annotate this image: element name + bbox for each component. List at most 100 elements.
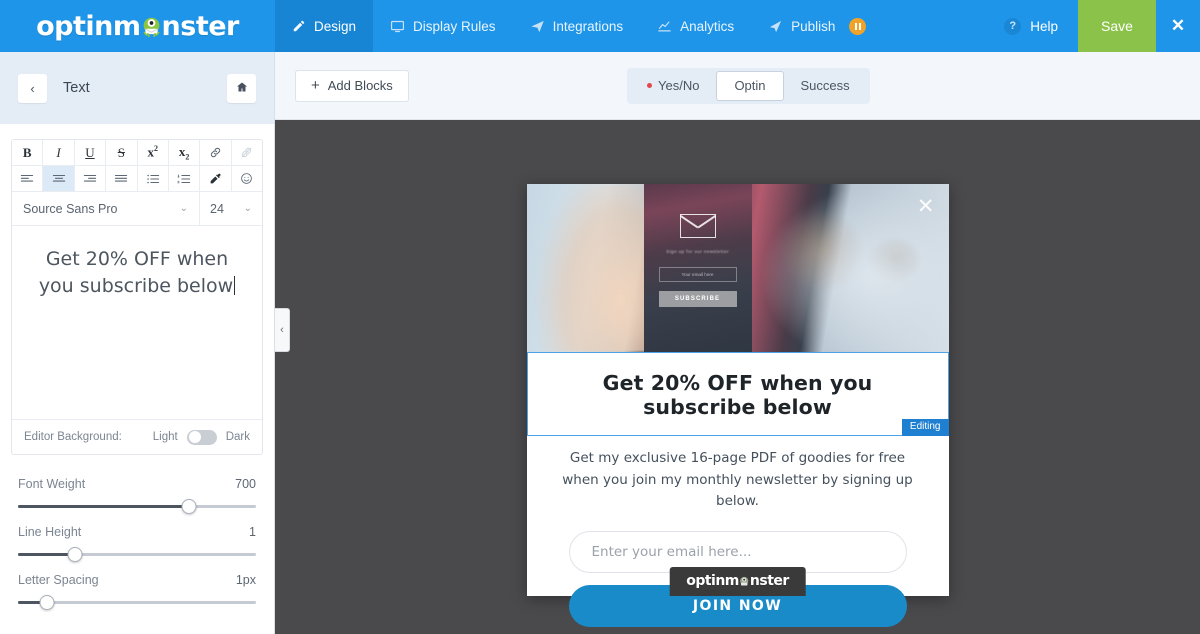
align-justify-button[interactable] — [106, 166, 138, 191]
bullet-list-button[interactable] — [137, 166, 169, 191]
optinmonster-attribution-badge[interactable]: optinm nster — [669, 567, 806, 596]
font-weight-control: Font Weight 700 — [0, 455, 274, 514]
canvas-column: + Add Blocks Yes/No Optin Success ‹ Sign… — [275, 52, 1200, 634]
nav-label-design: Design — [314, 18, 357, 34]
popup-close-icon[interactable]: ✕ — [917, 196, 935, 217]
align-center-button[interactable] — [43, 166, 75, 191]
red-dot-icon — [647, 83, 652, 88]
tab-optin[interactable]: Optin — [716, 70, 784, 101]
editor-background-light-label: Light — [152, 431, 178, 443]
monster-icon — [141, 16, 162, 37]
monitor-icon — [390, 19, 405, 34]
nav-label-publish: Publish — [791, 18, 836, 34]
monster-icon — [739, 576, 750, 587]
align-right-button[interactable] — [74, 166, 107, 191]
nav-item-design[interactable]: Design — [275, 0, 374, 52]
strikethrough-button[interactable]: S — [106, 140, 138, 165]
chevron-left-icon: ‹ — [30, 80, 35, 96]
help-label: Help — [1030, 18, 1058, 34]
sidebar-collapse-handle[interactable]: ‹ — [275, 308, 290, 352]
font-size-value: 24 — [210, 201, 224, 216]
home-icon — [236, 81, 248, 96]
color-picker-button[interactable] — [200, 166, 232, 191]
footer-logo-text-left: optinm — [686, 573, 739, 589]
italic-button[interactable]: I — [43, 140, 75, 165]
add-blocks-button[interactable]: + Add Blocks — [295, 69, 409, 102]
link-button[interactable] — [200, 140, 232, 165]
question-mark-icon: ? — [1004, 17, 1022, 35]
text-editor-content: Get 20% OFF when you subscribe below — [38, 248, 234, 297]
nav-label-analytics: Analytics — [680, 18, 735, 34]
font-family-value: Source Sans Pro — [23, 201, 118, 216]
underline-button[interactable]: U — [74, 140, 107, 165]
tab-success[interactable]: Success — [784, 71, 867, 101]
editor-toolbar-row-1: B I U S x2 x2 — [12, 140, 262, 166]
font-controls-row: Source Sans Pro ⌄ 24 ⌄ — [12, 192, 262, 226]
sidebar-back-button[interactable]: ‹ — [18, 73, 47, 103]
font-family-select[interactable]: Source Sans Pro ⌄ — [12, 192, 200, 225]
editing-badge: Editing — [901, 419, 949, 436]
tab-label-yes-no: Yes/No — [658, 78, 700, 93]
editor-toolbar-row-2 — [12, 166, 262, 192]
subscript-button[interactable]: x2 — [168, 140, 201, 165]
editor-background-label: Editor Background: — [24, 431, 122, 443]
sidebar-home-button[interactable] — [227, 73, 256, 103]
letter-spacing-label: Letter Spacing — [18, 573, 99, 587]
envelope-icon — [679, 214, 716, 238]
nav-item-publish[interactable]: Publish — [751, 0, 883, 52]
nav-item-integrations[interactable]: Integrations — [513, 0, 641, 52]
letter-spacing-slider[interactable] — [18, 595, 256, 610]
letter-spacing-value: 1px — [235, 573, 256, 587]
logo-text-left: optinm — [36, 10, 141, 42]
app-body: ‹ Text B I U S x2 x2 Source Sans Pro ⌄ 2… — [0, 52, 1200, 634]
phone-email-field: Your email here — [658, 267, 737, 282]
plus-icon: + — [311, 77, 320, 94]
font-weight-label: Font Weight — [18, 477, 86, 491]
sidebar-content: B I U S x2 x2 Source Sans Pro ⌄ 24 ⌄ Get… — [0, 124, 274, 634]
chevron-left-icon: ‹ — [280, 324, 284, 336]
text-editor-input[interactable]: Get 20% OFF when you subscribe below — [12, 226, 262, 420]
nav-label-integrations: Integrations — [552, 18, 624, 34]
logo-text-right: nster — [161, 10, 240, 42]
sidebar-header: ‹ Text — [0, 52, 274, 124]
save-button[interactable]: Save — [1078, 0, 1156, 52]
tab-yes-no[interactable]: Yes/No — [630, 71, 716, 101]
line-height-slider[interactable] — [18, 547, 256, 562]
nav-item-analytics[interactable]: Analytics — [640, 0, 751, 52]
align-left-button[interactable] — [12, 166, 44, 191]
nav-label-display-rules: Display Rules — [413, 18, 496, 34]
popup-subtext[interactable]: Get my exclusive 16-page PDF of goodies … — [527, 436, 949, 513]
chart-line-icon — [657, 19, 672, 34]
editor-background-row: Editor Background: Light Dark — [12, 420, 262, 454]
app-logo[interactable]: optinm nster — [0, 0, 275, 52]
optinmonster-builder: optinm nster Design Display Rules Integr… — [0, 0, 1200, 634]
editor-background-toggle[interactable] — [186, 429, 217, 445]
view-tabs: Yes/No Optin Success — [627, 67, 870, 104]
sidebar-title: Text — [63, 80, 90, 96]
superscript-button[interactable]: x2 — [137, 140, 169, 165]
tab-label-optin: Optin — [734, 78, 766, 93]
line-height-control: Line Height 1 — [0, 508, 274, 562]
headline-block[interactable]: Get 20% OFF when you subscribe below Edi… — [526, 352, 949, 436]
close-icon[interactable]: ✕ — [1156, 0, 1200, 52]
font-size-select[interactable]: 24 ⌄ — [200, 192, 262, 225]
emoji-button[interactable] — [231, 166, 262, 191]
canvas-toolbar: + Add Blocks Yes/No Optin Success — [275, 52, 1200, 120]
top-navigation-bar: optinm nster Design Display Rules Integr… — [0, 0, 1200, 52]
text-editor-card: B I U S x2 x2 Source Sans Pro ⌄ 24 ⌄ Get… — [11, 139, 263, 455]
rocket-icon — [768, 19, 783, 34]
editor-background-dark-label: Dark — [225, 431, 250, 443]
bold-button[interactable]: B — [12, 140, 44, 165]
unlink-button — [231, 140, 262, 165]
line-height-value: 1 — [249, 525, 256, 539]
popup-headline: Get 20% OFF when you subscribe below — [602, 371, 873, 419]
numbered-list-button[interactable] — [168, 166, 201, 191]
nav-item-display-rules[interactable]: Display Rules — [373, 0, 513, 52]
text-caret — [234, 275, 236, 295]
phone-caption: Sign up for our newsletter — [666, 249, 729, 254]
tab-label-success: Success — [800, 78, 850, 93]
help-button[interactable]: ? Help — [984, 0, 1078, 52]
font-weight-slider[interactable] — [18, 499, 256, 514]
footer-logo-text-right: nster — [749, 573, 789, 589]
phone-subscribe-button: SUBSCRIBE — [658, 291, 737, 307]
